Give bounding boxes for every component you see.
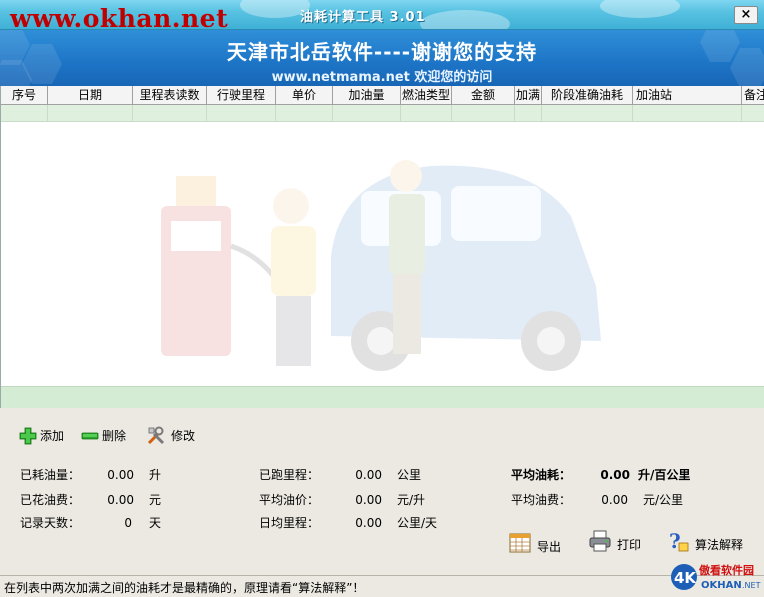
printer-icon <box>589 530 611 552</box>
add-button[interactable]: 添加 <box>18 425 68 447</box>
print-button-label: 打印 <box>617 538 642 552</box>
algorithm-help-button-label: 算法解释 <box>695 538 744 552</box>
column-header-note[interactable]: 备注 <box>742 86 764 105</box>
status-text: 在列表中两次加满之间的油耗才是最精确的，原理请看“算法解释”！ <box>4 581 365 595</box>
okhan-logo: 4K 傲看软件园 OKHAN .NET <box>671 563 761 591</box>
site-watermark: www.okhan.net <box>10 4 229 30</box>
daily-distance-label: 日均里程： <box>259 516 320 530</box>
distance-label: 已跑里程： <box>259 468 320 482</box>
svg-text:.NET: .NET <box>742 581 761 590</box>
export-button[interactable]: 导出 <box>508 531 568 557</box>
svg-text:4K: 4K <box>674 569 697 587</box>
column-header-stage-consumption[interactable]: 阶段准确油耗 <box>542 86 633 105</box>
avg-consumption-unit: 升/百公里 <box>638 468 691 482</box>
fuel-cost-unit: 元 <box>149 493 162 507</box>
column-header-odometer[interactable]: 里程表读数 <box>133 86 207 105</box>
table-header: 序号 日期 里程表读数 行驶里程 单价 加油量 燃油类型 金额 加满 阶段准确油… <box>1 86 764 105</box>
svg-text:傲看软件园: 傲看软件园 <box>699 563 754 577</box>
avg-cost-label: 平均油费： <box>511 493 572 507</box>
daily-distance-value: 0.00 <box>355 516 382 530</box>
edit-button[interactable]: 修改 <box>146 425 202 447</box>
svg-text:OKHAN: OKHAN <box>701 580 742 591</box>
distance-unit: 公里 <box>397 468 422 482</box>
avg-price-label: 平均油价： <box>259 493 320 507</box>
fuel-used-unit: 升 <box>149 468 162 482</box>
column-header-trip[interactable]: 行驶里程 <box>207 86 276 105</box>
tools-icon <box>147 426 165 445</box>
column-header-price[interactable]: 单价 <box>276 86 333 105</box>
days-value: 0 <box>124 516 132 530</box>
table-row[interactable] <box>1 105 764 122</box>
banner-url: www.netmama.net 欢迎您的访问 <box>271 70 493 85</box>
fuel-used-label: 已耗油量： <box>20 468 81 482</box>
gas-station-illustration <box>161 160 601 371</box>
avg-price-unit: 元/升 <box>397 493 426 507</box>
print-button[interactable]: 打印 <box>588 529 648 555</box>
fuel-used-value: 0.00 <box>107 468 134 482</box>
avg-price-value: 0.00 <box>355 493 382 507</box>
title-bar: www.okhan.net 油耗计算工具 3.01 × <box>0 0 764 30</box>
edit-button-label: 修改 <box>171 429 196 443</box>
fuel-cost-label: 已花油费： <box>20 493 81 507</box>
plus-icon <box>19 427 37 445</box>
status-bar: 在列表中两次加满之间的油耗才是最精确的，原理请看“算法解释”！ <box>0 575 764 597</box>
banner-title: 天津市北岳软件----谢谢您的支持 <box>226 40 538 64</box>
window-title: 油耗计算工具 3.01 <box>300 10 426 25</box>
table-footer-row <box>1 386 764 408</box>
summary-panel: 添加 删除 修改 已耗油量： 0.00 升 已花油费： 0.00 元 记录天数：… <box>0 408 764 575</box>
avg-cost-unit: 元/公里 <box>643 493 684 507</box>
avg-consumption-label: 平均油耗： <box>511 468 572 482</box>
delete-button[interactable]: 删除 <box>80 425 130 447</box>
export-button-label: 导出 <box>537 540 562 554</box>
delete-button-label: 删除 <box>102 429 127 443</box>
algorithm-help-button[interactable]: ? 算法解释 <box>666 529 752 555</box>
column-header-index[interactable]: 序号 <box>1 86 48 105</box>
column-header-station[interactable]: 加油站 <box>633 86 742 105</box>
column-header-amount[interactable]: 金额 <box>452 86 515 105</box>
column-header-volume[interactable]: 加油量 <box>333 86 401 105</box>
daily-distance-unit: 公里/天 <box>397 516 438 530</box>
column-header-fuel-type[interactable]: 燃油类型 <box>401 86 452 105</box>
minus-icon <box>81 432 99 440</box>
days-unit: 天 <box>149 516 162 530</box>
distance-value: 0.00 <box>355 468 382 482</box>
avg-cost-value: 0.00 <box>601 493 628 507</box>
fuel-cost-value: 0.00 <box>107 493 134 507</box>
column-header-date[interactable]: 日期 <box>48 86 133 105</box>
spreadsheet-icon <box>509 533 531 553</box>
records-table[interactable]: 序号 日期 里程表读数 行驶里程 单价 加油量 燃油类型 金额 加满 阶段准确油… <box>0 86 764 408</box>
close-button[interactable]: × <box>734 6 758 24</box>
avg-consumption-value: 0.00 <box>600 468 630 482</box>
days-label: 记录天数： <box>20 516 81 530</box>
column-header-full[interactable]: 加满 <box>515 86 542 105</box>
header-banner: 天津市北岳软件----谢谢您的支持 www.netmama.net 欢迎您的访问 <box>0 30 764 86</box>
add-button-label: 添加 <box>40 429 65 443</box>
help-question-icon: ? <box>669 529 689 553</box>
